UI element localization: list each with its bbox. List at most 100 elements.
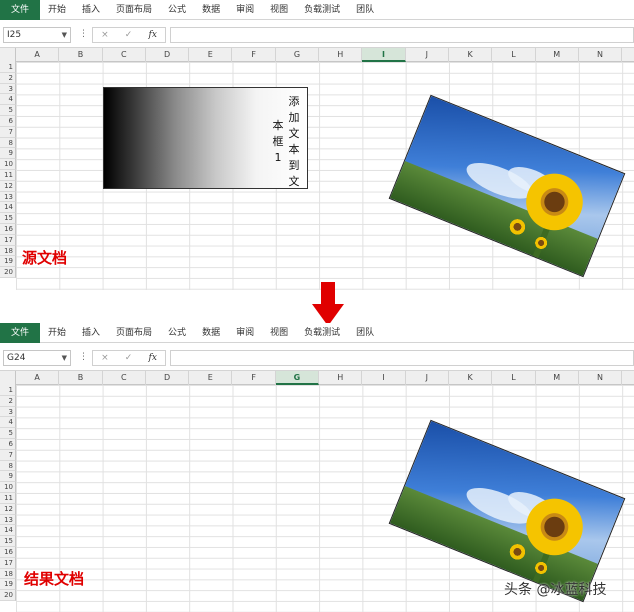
formula-input[interactable] [170, 27, 634, 43]
row-header-19[interactable]: 19 [0, 579, 16, 591]
tab-3[interactable]: 页面布局 [108, 323, 160, 343]
gradient-textbox[interactable]: 添加文本到文 本框1 [103, 87, 308, 189]
column-header-A[interactable]: A [16, 48, 60, 62]
tab-1[interactable]: 开始 [40, 323, 74, 343]
row-header-13[interactable]: 13 [0, 191, 16, 203]
row-header-6[interactable]: 6 [0, 116, 16, 127]
row-header-11[interactable]: 11 [0, 170, 16, 181]
column-header-B[interactable]: B [59, 371, 103, 385]
column-header-K[interactable]: K [449, 371, 493, 385]
row-header-4[interactable]: 4 [0, 94, 16, 106]
cancel-icon[interactable]: × [101, 353, 109, 363]
tab-2[interactable]: 插入 [74, 0, 108, 20]
tab-5[interactable]: 数据 [194, 323, 228, 343]
row-header-6[interactable]: 6 [0, 439, 16, 450]
tab-4[interactable]: 公式 [160, 0, 194, 20]
tab-5[interactable]: 数据 [194, 0, 228, 20]
column-header-C[interactable]: C [103, 371, 146, 385]
column-header-D[interactable]: D [146, 48, 190, 62]
more-icon[interactable]: ⋮ [79, 352, 88, 362]
column-header-A[interactable]: A [16, 371, 60, 385]
formula-input[interactable] [170, 350, 634, 366]
select-all-corner[interactable] [0, 371, 16, 385]
tab-8[interactable]: 负载测试 [296, 0, 348, 20]
tab-8[interactable]: 负载测试 [296, 323, 348, 343]
row-header-8[interactable]: 8 [0, 137, 16, 149]
tab-9[interactable]: 团队 [348, 323, 382, 343]
row-header-18[interactable]: 18 [0, 568, 16, 580]
column-header-E[interactable]: E [189, 371, 233, 385]
row-header-1[interactable]: 1 [0, 62, 16, 73]
column-header-B[interactable]: B [59, 48, 103, 62]
row-header-14[interactable]: 14 [0, 525, 16, 537]
row-header-13[interactable]: 13 [0, 514, 16, 526]
select-all-corner[interactable] [0, 48, 16, 62]
tab-6[interactable]: 审阅 [228, 0, 262, 20]
column-header-N[interactable]: N [579, 371, 623, 385]
name-box[interactable]: G24 ▼ [3, 350, 71, 366]
row-header-11[interactable]: 11 [0, 493, 16, 504]
column-header-J[interactable]: J [406, 371, 449, 385]
column-header-D[interactable]: D [146, 371, 190, 385]
column-header-G[interactable]: G [275, 371, 320, 385]
row-header-10[interactable]: 10 [0, 159, 16, 170]
tab-9[interactable]: 团队 [348, 0, 382, 20]
function-icon[interactable]: fx [148, 30, 156, 40]
enter-icon[interactable]: ✓ [125, 353, 133, 363]
column-header-E[interactable]: E [189, 48, 233, 62]
row-header-12[interactable]: 12 [0, 503, 16, 515]
row-header-5[interactable]: 5 [0, 428, 16, 439]
column-header-H[interactable]: H [319, 371, 363, 385]
column-header-C[interactable]: C [103, 48, 146, 62]
column-header-H[interactable]: H [319, 48, 363, 62]
row-header-16[interactable]: 16 [0, 547, 16, 558]
row-header-7[interactable]: 7 [0, 126, 16, 138]
tab-7[interactable]: 视图 [262, 0, 296, 20]
row-header-20[interactable]: 20 [0, 590, 16, 601]
function-icon[interactable]: fx [148, 353, 156, 363]
row-header-15[interactable]: 15 [0, 213, 16, 224]
row-header-3[interactable]: 3 [0, 83, 16, 95]
enter-icon[interactable]: ✓ [125, 30, 133, 40]
column-header-I[interactable]: I [362, 48, 406, 62]
chevron-down-icon[interactable]: ▼ [62, 28, 67, 42]
column-header-I[interactable]: I [362, 371, 406, 385]
row-header-12[interactable]: 12 [0, 180, 16, 192]
row-header-7[interactable]: 7 [0, 449, 16, 461]
column-header-F[interactable]: F [233, 48, 276, 62]
tab-0[interactable]: 文件 [0, 323, 40, 343]
row-header-20[interactable]: 20 [0, 267, 16, 278]
row-header-2[interactable]: 2 [0, 72, 16, 84]
row-header-9[interactable]: 9 [0, 471, 16, 483]
row-header-19[interactable]: 19 [0, 256, 16, 268]
column-header-L[interactable]: L [492, 48, 536, 62]
tab-3[interactable]: 页面布局 [108, 0, 160, 20]
tab-1[interactable]: 开始 [40, 0, 74, 20]
column-header-M[interactable]: M [536, 48, 579, 62]
tab-0[interactable]: 文件 [0, 0, 40, 20]
row-header-16[interactable]: 16 [0, 224, 16, 235]
row-header-8[interactable]: 8 [0, 460, 16, 472]
row-header-9[interactable]: 9 [0, 148, 16, 160]
row-header-1[interactable]: 1 [0, 385, 16, 396]
row-header-17[interactable]: 17 [0, 557, 16, 569]
row-header-10[interactable]: 10 [0, 482, 16, 493]
row-header-2[interactable]: 2 [0, 395, 16, 407]
column-header-J[interactable]: J [406, 48, 449, 62]
row-header-5[interactable]: 5 [0, 105, 16, 116]
column-header-M[interactable]: M [536, 371, 579, 385]
column-header-L[interactable]: L [492, 371, 536, 385]
cancel-icon[interactable]: × [101, 30, 109, 40]
row-header-14[interactable]: 14 [0, 202, 16, 214]
column-header-F[interactable]: F [233, 371, 276, 385]
row-header-17[interactable]: 17 [0, 234, 16, 246]
tab-2[interactable]: 插入 [74, 323, 108, 343]
column-header-G[interactable]: G [276, 48, 320, 62]
chevron-down-icon[interactable]: ▼ [62, 351, 67, 365]
row-header-4[interactable]: 4 [0, 417, 16, 429]
row-header-18[interactable]: 18 [0, 245, 16, 257]
tab-4[interactable]: 公式 [160, 323, 194, 343]
name-box[interactable]: I25 ▼ [3, 27, 71, 43]
more-icon[interactable]: ⋮ [79, 29, 88, 39]
column-header-N[interactable]: N [579, 48, 623, 62]
